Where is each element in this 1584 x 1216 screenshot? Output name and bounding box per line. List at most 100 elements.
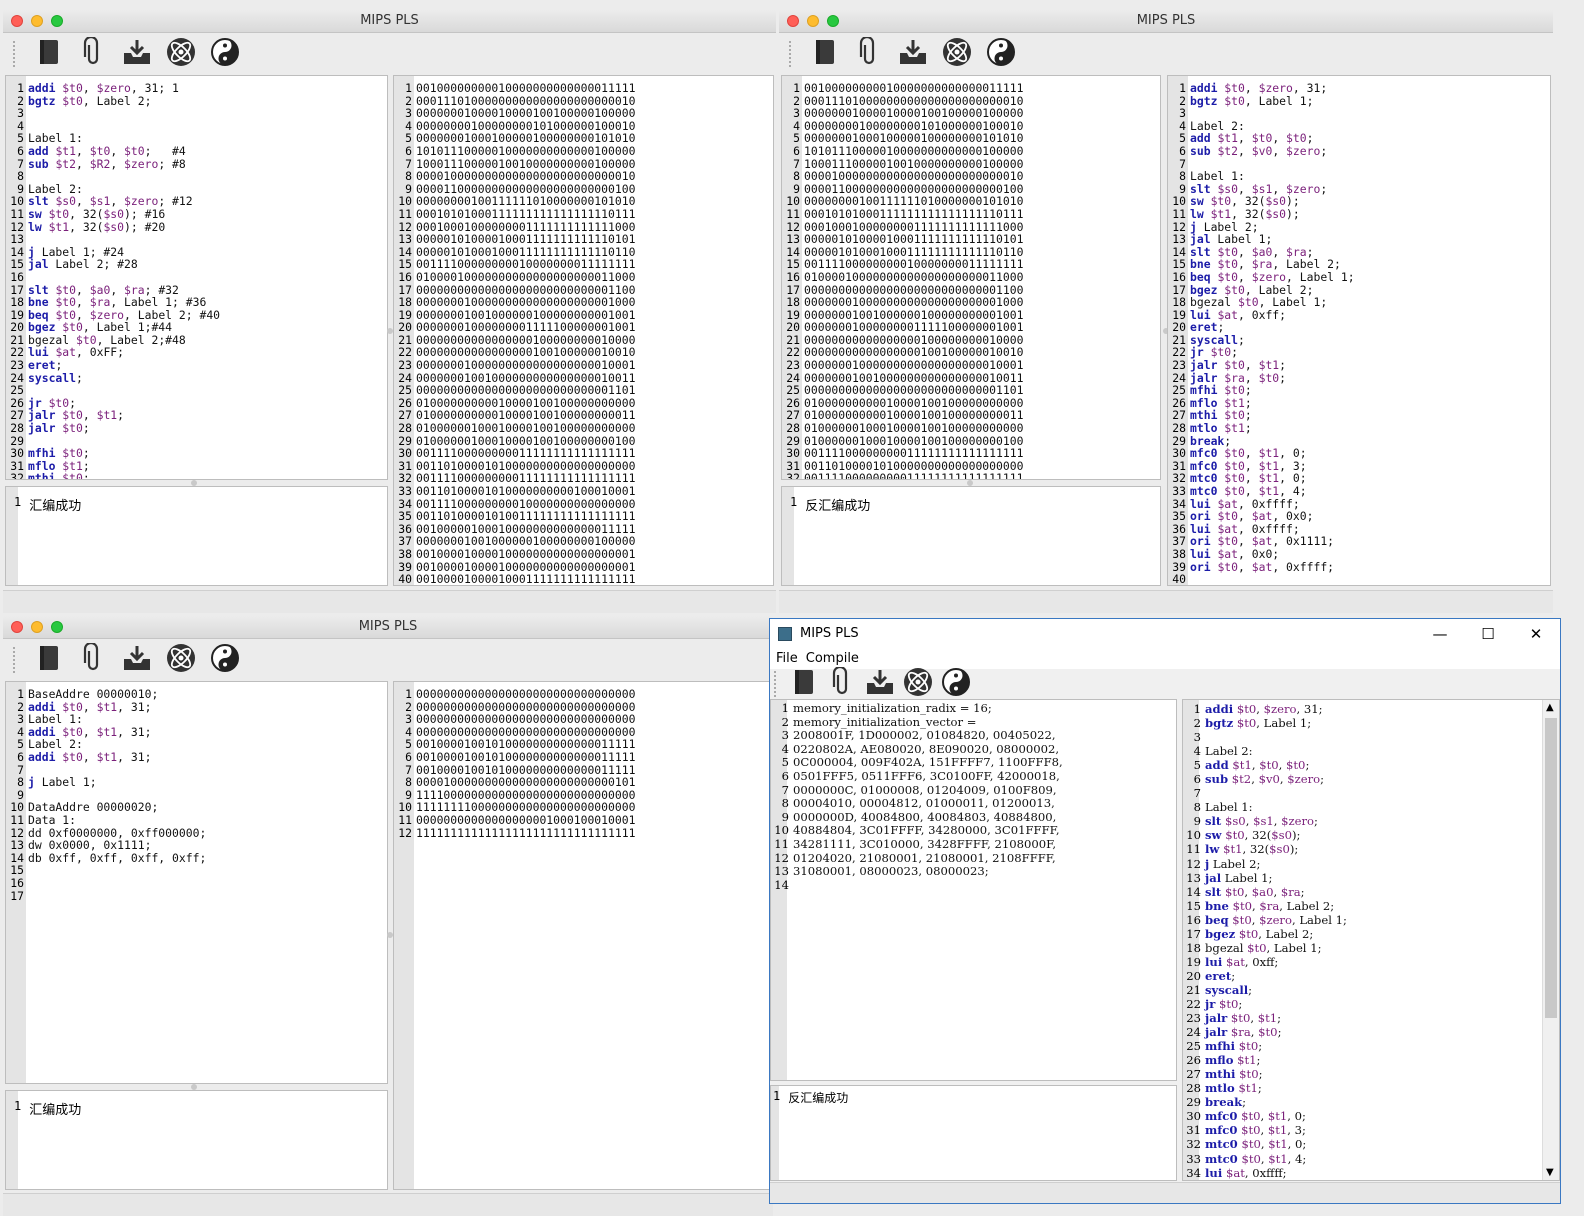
line-number: 28 [1172,421,1186,436]
toolbar-grip[interactable] [13,41,19,67]
line-number: 3 [1179,106,1186,121]
title-bar[interactable]: MIPS PLS [779,10,1553,33]
atom-button[interactable] [163,36,199,72]
toolbar-grip[interactable] [789,41,795,67]
zoom-button[interactable] [51,621,63,633]
book-button[interactable] [807,36,843,72]
close-button[interactable]: ✕ [1512,619,1560,649]
line-text: 0000000C, 01000008, 01204009, 0100F809, [793,782,1057,797]
editor-line: 33 00110100001010000000000100010001 [394,485,773,498]
yin-yang-button[interactable] [207,642,243,678]
line-number: 28 [1186,1081,1201,1096]
yin-yang-button[interactable] [938,666,974,702]
line-text: 40884804, 3C01FFFF, 34280000, 3C01FFFF, [793,823,1060,838]
paperclip-button[interactable] [75,641,111,678]
line-number: 5 [781,755,789,770]
paperclip-button[interactable] [824,665,860,702]
title-bar[interactable]: MIPS PLS [3,10,776,33]
line-number: 40 [398,572,412,586]
atom-button[interactable] [900,666,936,702]
line-text: bne $t0, $ra, Label 2; [1205,898,1335,913]
line-text: jalr $t0; [28,421,90,436]
toolbar-grip[interactable] [13,647,19,673]
paperclip-button[interactable] [851,35,887,72]
book-icon [36,644,62,676]
editor-line: 12 11111111111111111111111111111111 [394,825,770,840]
atom-icon [165,642,197,678]
line-number: 25 [786,383,800,398]
line-number: 19 [1186,954,1201,969]
zoom-button[interactable] [51,15,63,27]
disassembly-editor[interactable]: 1 addi $t0, $zero, 31; 2 bgtz $t0, Label 1;… [1182,699,1560,1181]
line-text: 00000001000010000100100000100000 [416,106,636,121]
editor-line: 4 Label 2: [1183,744,1559,758]
line-text: beq $t0, $zero, Label 1; [1205,912,1347,927]
minimize-button[interactable] [31,15,43,27]
download-tray-button[interactable] [895,36,931,72]
line-text: 34281111, 3C010000, 3428FFFF, 2108000F, [793,836,1057,851]
vertical-scrollbar[interactable]: ▲ ▼ [1542,700,1559,1180]
yin-yang-button[interactable] [207,36,243,72]
scroll-down-arrow[interactable]: ▼ [1546,1167,1554,1178]
line-text: 00000000000000000000000000001101 [416,383,636,398]
binary-editor[interactable]: 1 00100000000010000000000000011111 2 0 00111… [393,75,774,586]
line-text: 00000000000000000000000000000000 [416,687,636,701]
scroll-thumb[interactable] [1545,718,1557,1018]
status-bar [770,1182,1560,1203]
line-number: 29 [1186,1095,1201,1110]
line-number: 3 [17,106,24,121]
line-number: 15 [1186,898,1201,913]
editor-line: 1 memory_initialization_radix = 16; [771,701,1176,716]
title-bar[interactable]: MIPS PLS [3,616,773,639]
binary-editor[interactable]: 1 00100000000010000000000000011111 2 0 00111… [781,75,1161,480]
line-text: mthi $t0; [28,471,90,480]
line-text: syscall; [1205,982,1253,997]
line-text: j Label 1; [28,775,97,790]
editor-line: 10 40884804, 3C01FFFF, 34280000, 3C01FFFF… [771,824,1176,838]
editor-line: 14 slt $t0, $a0, $ra; [1183,885,1559,899]
line-number: 11 [398,206,412,221]
scroll-up-arrow[interactable]: ▲ [1546,702,1554,713]
close-button[interactable] [11,621,23,633]
minimize-button[interactable]: — [1416,619,1464,649]
atom-icon [165,36,197,72]
zoom-button[interactable] [827,15,839,27]
line-number: 11 [10,206,24,221]
download-tray-button[interactable] [862,666,898,702]
toolbar-grip[interactable] [774,671,780,697]
source-editor[interactable]: 1 addi $t0, $zero, 31; 1 2 bgtz $t0, Label … [5,75,388,480]
book-button[interactable] [31,642,67,678]
line-number: 18 [398,295,412,310]
source-editor[interactable]: 1 BaseAddre 00000010; 2 addi $t0, $t1, 31; 3… [5,681,388,1084]
coe-editor[interactable]: 1 memory_initialization_radix = 16; 2 memor… [770,699,1177,1081]
yin-yang-button[interactable] [983,36,1019,72]
binary-editor[interactable]: 1 00000000000000000000000000000000 2 000000… [393,681,771,1190]
line-number: 23 [1186,1011,1201,1026]
download-tray-button[interactable] [119,36,155,72]
atom-button[interactable] [939,36,975,72]
line-number: 11 [786,206,800,221]
line-text: 00100001000010000000000000000001 [416,546,636,561]
window-title: MIPS PLS [1136,13,1196,28]
disassembly-editor[interactable]: 1 addi $t0, $zero, 31; 2 bgtz $t0, Label 1;… [1167,75,1551,586]
minimize-button[interactable] [807,15,819,27]
editor-line: 40 00100001000010001111111111111111 [394,572,773,586]
download-tray-button[interactable] [119,642,155,678]
minimize-button[interactable] [31,621,43,633]
close-button[interactable] [11,15,23,27]
title-bar[interactable]: MIPS PLS — ☐ ✕ [770,619,1560,649]
line-text: lui $at, 0xffff; [1205,1165,1287,1180]
editor-line: 13 31080001, 08000023, 08000023; [771,865,1176,879]
book-button[interactable] [786,666,822,702]
close-button[interactable] [787,15,799,27]
atom-button[interactable] [163,642,199,678]
book-button[interactable] [31,36,67,72]
paperclip-button[interactable] [75,35,111,72]
editor-line: 21 syscall; [1183,983,1559,997]
line-number: 6 [781,768,789,783]
line-text: 11111111111111111111111111111111 [416,825,636,840]
maximize-button[interactable]: ☐ [1464,619,1512,649]
line-text: 00111100000000011111111111111111 [416,446,636,461]
line-number: 35 [1172,509,1186,524]
line-number: 38 [1172,546,1186,561]
